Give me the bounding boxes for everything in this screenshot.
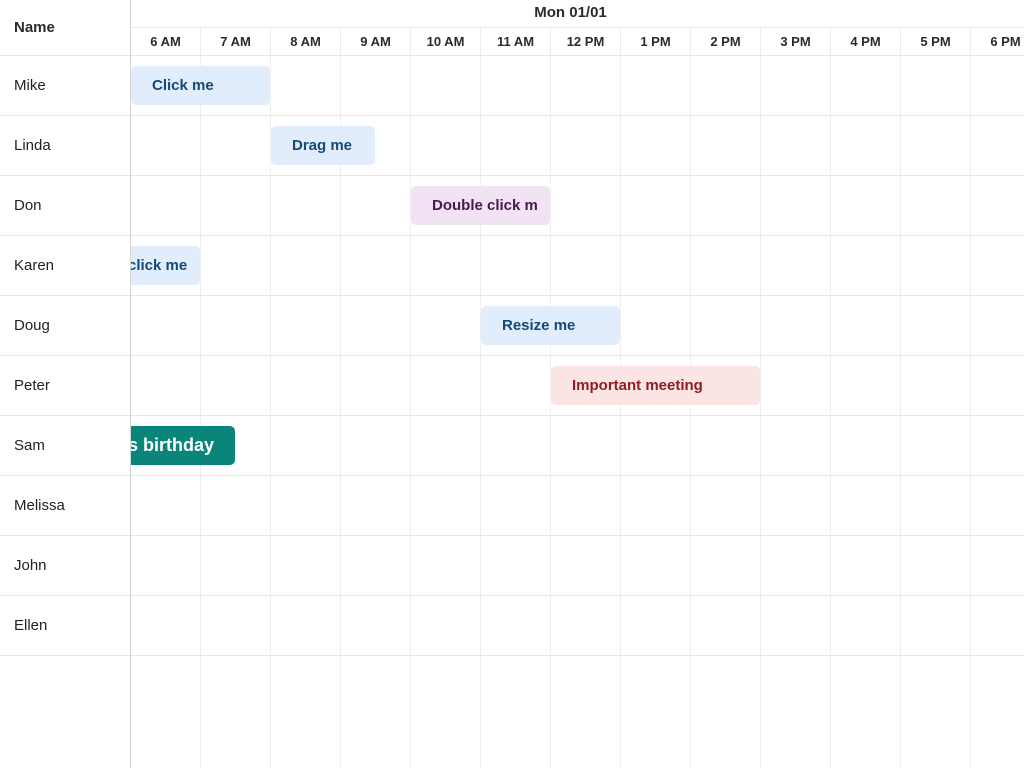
event-resize-me[interactable]: Resize me	[481, 306, 620, 345]
event-label: click me	[131, 257, 188, 274]
resource-row-peter: Peter	[0, 356, 130, 416]
grid-column-divider	[550, 56, 551, 768]
resource-row-doug: Doug	[0, 296, 130, 356]
resource-row-sam: Sam	[0, 416, 130, 476]
hour-cell: 7 AM	[201, 28, 271, 56]
grid-column-divider	[410, 56, 411, 768]
grid-column-divider	[830, 56, 831, 768]
event-label: Click me	[152, 77, 214, 94]
grid-row-divider	[131, 115, 1024, 116]
timeline-grid[interactable]	[131, 56, 1024, 768]
hour-header: 6 AM 7 AM 8 AM 9 AM 10 AM 11 AM 12 PM 1 …	[131, 28, 1024, 56]
resource-row-melissa: Melissa	[0, 476, 130, 536]
resource-row-linda: Linda	[0, 116, 130, 176]
hour-cell: 9 AM	[341, 28, 411, 56]
event-label: Important meeting	[572, 377, 703, 394]
resource-row-mike: Mike	[0, 56, 130, 116]
grid-row-divider	[131, 595, 1024, 596]
timeline[interactable]: Mon 01/01 6 AM 7 AM 8 AM 9 AM 10 AM 11 A…	[131, 0, 1024, 768]
event-double-click-me[interactable]: Double click m	[411, 186, 550, 225]
grid-row-divider	[131, 475, 1024, 476]
event-important-meeting[interactable]: Important meeting	[551, 366, 760, 405]
resource-row-karen: Karen	[0, 236, 130, 296]
resource-row-john: John	[0, 536, 130, 596]
hour-cell: 6 PM	[971, 28, 1024, 56]
event-label: s birthday	[131, 435, 215, 455]
grid-row-divider	[131, 175, 1024, 176]
grid-row-divider	[131, 295, 1024, 296]
event-label: Double click m	[432, 197, 538, 214]
grid-column-divider	[480, 56, 481, 768]
grid-column-divider	[620, 56, 621, 768]
grid-row-divider	[131, 655, 1024, 656]
hour-cell: 6 AM	[131, 28, 201, 56]
grid-row-divider	[131, 415, 1024, 416]
event-label: Drag me	[292, 137, 353, 154]
grid-row-divider	[131, 235, 1024, 236]
event-drag-me[interactable]: Drag me	[271, 126, 375, 165]
grid-column-divider	[900, 56, 901, 768]
resource-row-ellen: Ellen	[0, 596, 130, 656]
event-click-me[interactable]: Click me	[131, 66, 270, 105]
hour-cell: 4 PM	[831, 28, 901, 56]
grid-column-divider	[970, 56, 971, 768]
hour-cell: 3 PM	[761, 28, 831, 56]
hour-cell: 1 PM	[621, 28, 691, 56]
hour-cell: 10 AM	[411, 28, 481, 56]
hour-cell: 8 AM	[271, 28, 341, 56]
grid-column-divider	[270, 56, 271, 768]
grid-column-divider	[200, 56, 201, 768]
date-header: Mon 01/01	[131, 0, 1024, 28]
scheduler: Name Mike Linda Don Karen Doug Peter Sam…	[0, 0, 1024, 768]
hour-cell: 5 PM	[901, 28, 971, 56]
grid-column-divider	[690, 56, 691, 768]
grid-column-divider	[760, 56, 761, 768]
hour-cell: 2 PM	[691, 28, 761, 56]
hour-cell: 12 PM	[551, 28, 621, 56]
grid-row-divider	[131, 355, 1024, 356]
event-right-click-me[interactable]: click me	[131, 246, 200, 285]
resource-column: Name Mike Linda Don Karen Doug Peter Sam…	[0, 0, 131, 768]
resource-row-don: Don	[0, 176, 130, 236]
event-birthday[interactable]: s birthday	[131, 426, 235, 465]
hour-cell: 11 AM	[481, 28, 551, 56]
event-label: Resize me	[502, 317, 576, 334]
resource-column-header[interactable]: Name	[0, 0, 130, 56]
grid-row-divider	[131, 535, 1024, 536]
